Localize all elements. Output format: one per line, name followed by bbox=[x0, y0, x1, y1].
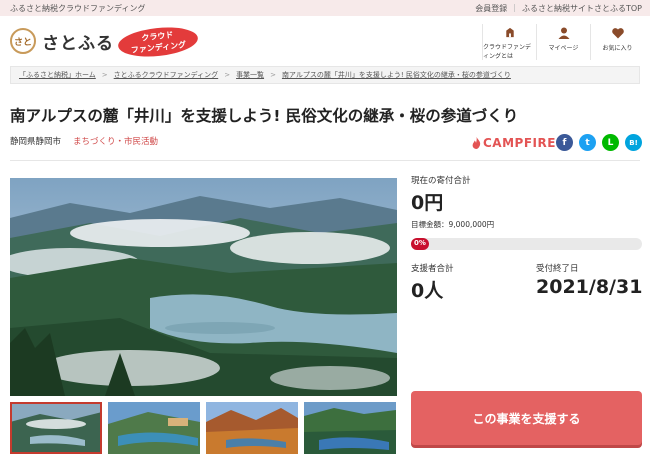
satofull-top-link[interactable]: ふるさと納税サイトさとふるTOP bbox=[522, 3, 642, 14]
thumbnail-image[interactable] bbox=[304, 402, 396, 454]
deadline-label: 受付終了日 bbox=[536, 264, 579, 274]
breadcrumb-current[interactable]: 南アルプスの麓「井川」を支援しよう! 民俗文化の継承・桜の参道づくり bbox=[282, 70, 511, 80]
divider: | bbox=[513, 3, 516, 12]
nav-crowdfunding-about[interactable]: クラウドファンディングとは bbox=[482, 24, 536, 60]
goal-amount: 目標金額：9,000,000円 bbox=[411, 220, 495, 229]
project-location: 静岡県静岡市 bbox=[10, 137, 62, 147]
logo-text: さとふる bbox=[42, 33, 114, 54]
satofull-logo[interactable]: さと さとふる bbox=[10, 28, 114, 54]
register-link[interactable]: 会員登録 bbox=[475, 3, 507, 14]
share-buttons: f t L B! bbox=[556, 134, 642, 151]
chevron-right-icon: > bbox=[270, 71, 276, 79]
main-project-image bbox=[10, 178, 397, 396]
progress-label: 0% bbox=[414, 239, 426, 247]
site-header: さと さとふる クラウド ファンディング クラウドファンディングとは マイページ… bbox=[0, 16, 650, 64]
site-tagline: ふるさと納税クラウドファンディング bbox=[10, 4, 146, 13]
hatena-bookmark-button[interactable]: B! bbox=[625, 134, 642, 151]
chevron-right-icon: > bbox=[224, 71, 231, 79]
breadcrumb-projects[interactable]: 事業一覧 bbox=[236, 70, 264, 80]
current-total-label: 現在の寄付合計 bbox=[411, 176, 471, 186]
top-bar: ふるさと納税クラウドファンディング 会員登録 | ふるさと納税サイトさとふるTO… bbox=[0, 0, 650, 16]
thumbnail-image[interactable] bbox=[10, 402, 102, 454]
page-title: 南アルプスの麓「井川」を支援しよう! 民俗文化の継承・桜の参道づくり bbox=[10, 107, 519, 125]
progress-bar: 0% bbox=[411, 238, 642, 250]
breadcrumb: 「ふるさと納税」ホーム > さとふるクラウドファンディング > 事業一覧 > 南… bbox=[10, 66, 640, 84]
supporters-value: 0人 bbox=[411, 280, 444, 302]
supporters-label: 支援者合計 bbox=[411, 264, 454, 274]
current-total-value: 0円 bbox=[411, 192, 444, 214]
breadcrumb-home[interactable]: 「ふるさと納税」ホーム bbox=[19, 70, 96, 80]
deadline-value: 2021/8/31 bbox=[536, 276, 643, 298]
logo-icon: さと bbox=[10, 28, 36, 54]
campfire-logo[interactable]: CAMPFIRE bbox=[472, 136, 556, 150]
crowdfunding-icon bbox=[505, 27, 514, 38]
thumbnail-image[interactable] bbox=[108, 402, 200, 454]
user-icon bbox=[558, 27, 569, 39]
flame-icon bbox=[472, 137, 481, 149]
line-share-button[interactable]: L bbox=[602, 134, 619, 151]
breadcrumb-crowdfunding[interactable]: さとふるクラウドファンディング bbox=[114, 70, 219, 80]
facebook-share-button[interactable]: f bbox=[556, 134, 573, 151]
nav-favorites[interactable]: お気に入り bbox=[590, 24, 644, 60]
crowdfunding-badge: クラウド ファンディング bbox=[116, 23, 200, 61]
divider bbox=[10, 160, 640, 161]
nav-mypage[interactable]: マイページ bbox=[536, 24, 590, 60]
heart-icon bbox=[611, 28, 624, 39]
twitter-share-button[interactable]: t bbox=[579, 134, 596, 151]
project-category[interactable]: まちづくり・市民活動 bbox=[73, 135, 158, 147]
chevron-right-icon: > bbox=[101, 71, 108, 79]
support-project-button[interactable]: この事業を支援する bbox=[411, 391, 642, 445]
thumbnail-strip bbox=[10, 402, 396, 454]
funding-panel: 現在の寄付合計 0円 目標金額：9,000,000円 0% 支援者合計 0人 受… bbox=[411, 174, 642, 303]
thumbnail-image[interactable] bbox=[206, 402, 298, 454]
